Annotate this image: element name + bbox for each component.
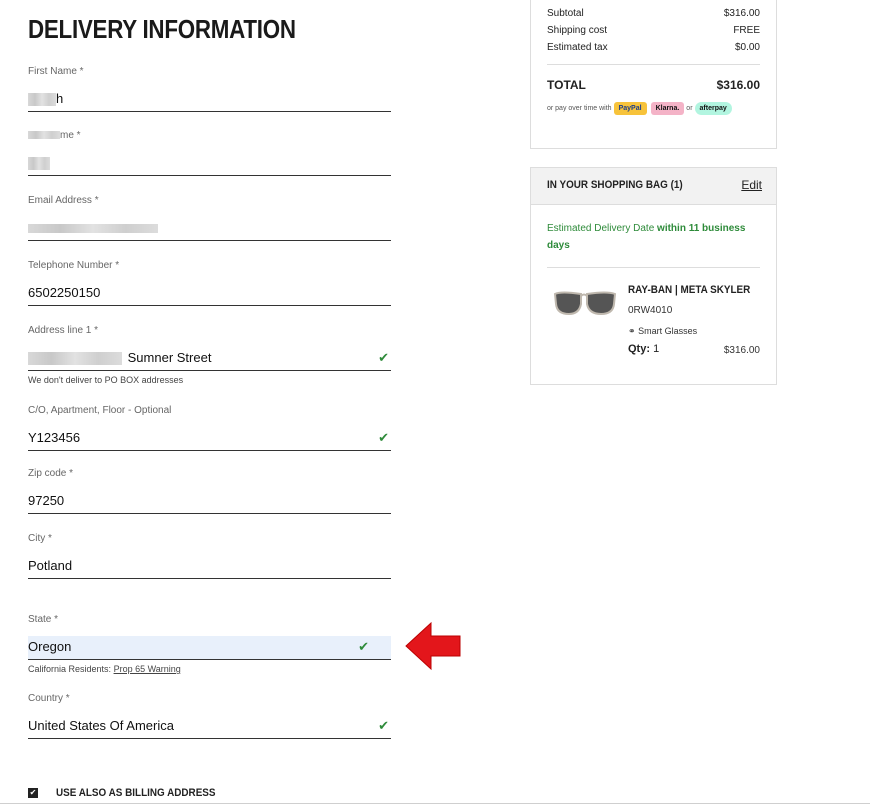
address-line-2-value: Y123456 [28,430,81,445]
tax-row: Estimated tax $0.00 [547,42,760,53]
klarna-badge[interactable]: Klarna. [650,102,685,115]
address-line-1-label: Address line 1 * [28,325,99,336]
redacted-text [28,157,50,171]
order-summary: Subtotal $316.00 Shipping cost FREE Estima… [530,0,777,149]
redacted-text [28,93,56,107]
prop65-hint: California Residents: Prop 65 Warning [28,664,181,674]
first-name-field: First Name * h [28,66,391,112]
total-row: TOTAL $316.00 [547,78,760,92]
address-line-1-input[interactable]: Sumner Street ✔ [28,347,391,371]
product-type: ⚭ Smart Glasses [628,326,698,336]
check-icon: ✔ [378,430,389,445]
zip-code-label: Zip code * [28,468,74,479]
email-input[interactable] [28,217,391,241]
city-field: City * Potland [28,533,391,579]
shipping-row: Shipping cost FREE [547,25,760,36]
paypal-badge[interactable]: PayPal [613,102,647,115]
zip-code-field: Zip code * 97250 [28,468,391,514]
divider [0,803,870,804]
zip-code-value: 97250 [28,493,65,508]
redacted-text [28,352,122,366]
check-icon: ✔ [358,639,369,654]
country-label: Country * [28,693,70,704]
smart-glasses-icon: ⚭ [628,326,636,336]
last-name-label: me * [28,130,391,142]
check-icon: ✔ [378,350,389,365]
state-label: State * [28,614,59,625]
afterpay-badge[interactable]: afterpay [694,102,732,115]
state-field: State * Oregon ✔ California Residents: P… [28,614,391,674]
divider [547,64,760,65]
state-select[interactable]: Oregon ✔ [28,636,391,660]
last-name-input[interactable] [28,152,391,176]
check-icon: ✔ [378,718,389,733]
pay-over-time-row: or pay over time with PayPal Klarna. or … [547,102,734,115]
first-name-value: h [56,91,64,106]
city-label: City * [28,533,52,544]
telephone-input[interactable]: 6502250150 [28,282,391,306]
estimated-delivery: Estimated Delivery Date within 11 busine… [547,223,746,251]
city-input[interactable]: Potland [28,555,391,579]
email-label: Email Address * [28,195,99,206]
glasses-product-image [553,291,617,316]
address-line-2-field: C/O, Apartment, Floor - Optional Y123456… [28,405,391,451]
state-value: Oregon [28,639,72,654]
subtotal-row: Subtotal $316.00 [547,8,760,19]
country-field: Country * United States Of America ✔ [28,693,391,739]
page-title: DELIVERY INFORMATION [28,14,296,44]
red-arrow-icon [405,621,461,671]
redacted-text [28,224,158,234]
po-box-hint: We don't deliver to PO BOX addresses [28,375,184,385]
prop65-warning-link[interactable]: Prop 65 Warning [114,664,181,674]
billing-address-option[interactable]: ✔ USE ALSO AS BILLING ADDRESS [28,787,233,799]
zip-code-input[interactable]: 97250 [28,490,391,514]
first-name-label: First Name * [28,66,84,77]
product-price: $316.00 [723,345,760,356]
divider [547,267,760,268]
first-name-input[interactable]: h [28,88,391,112]
address-line-1-value: Sumner Street [127,350,212,365]
redacted-text [28,131,60,140]
billing-address-label: USE ALSO AS BILLING ADDRESS [56,787,216,799]
city-value: Potland [28,558,73,573]
product-quantity: Qty: 1 [628,343,660,355]
address-line-2-label: C/O, Apartment, Floor - Optional [28,405,172,416]
edit-link[interactable]: Edit [741,178,762,192]
telephone-field: Telephone Number * 6502250150 [28,260,391,306]
product-name: RAY-BAN | META SKYLER [628,284,751,296]
checkbox-checked-icon[interactable]: ✔ [28,788,38,798]
shopping-bag-title: IN YOUR SHOPPING BAG (1) [547,179,683,191]
last-name-field: me * [28,130,391,176]
shopping-bag-panel: IN YOUR SHOPPING BAG (1) Edit Estimated … [530,167,777,385]
product-code: 0RW4010 [628,305,673,316]
address-line-1-field: Address line 1 * Sumner Street ✔ We don'… [28,325,391,385]
shopping-bag-header: IN YOUR SHOPPING BAG (1) Edit [531,168,776,205]
email-field: Email Address * [28,195,391,241]
telephone-value: 6502250150 [28,285,101,300]
country-value: United States Of America [28,718,174,733]
country-select[interactable]: United States Of America ✔ [28,715,391,739]
address-line-2-input[interactable]: Y123456 ✔ [28,427,391,451]
telephone-label: Telephone Number * [28,260,120,271]
